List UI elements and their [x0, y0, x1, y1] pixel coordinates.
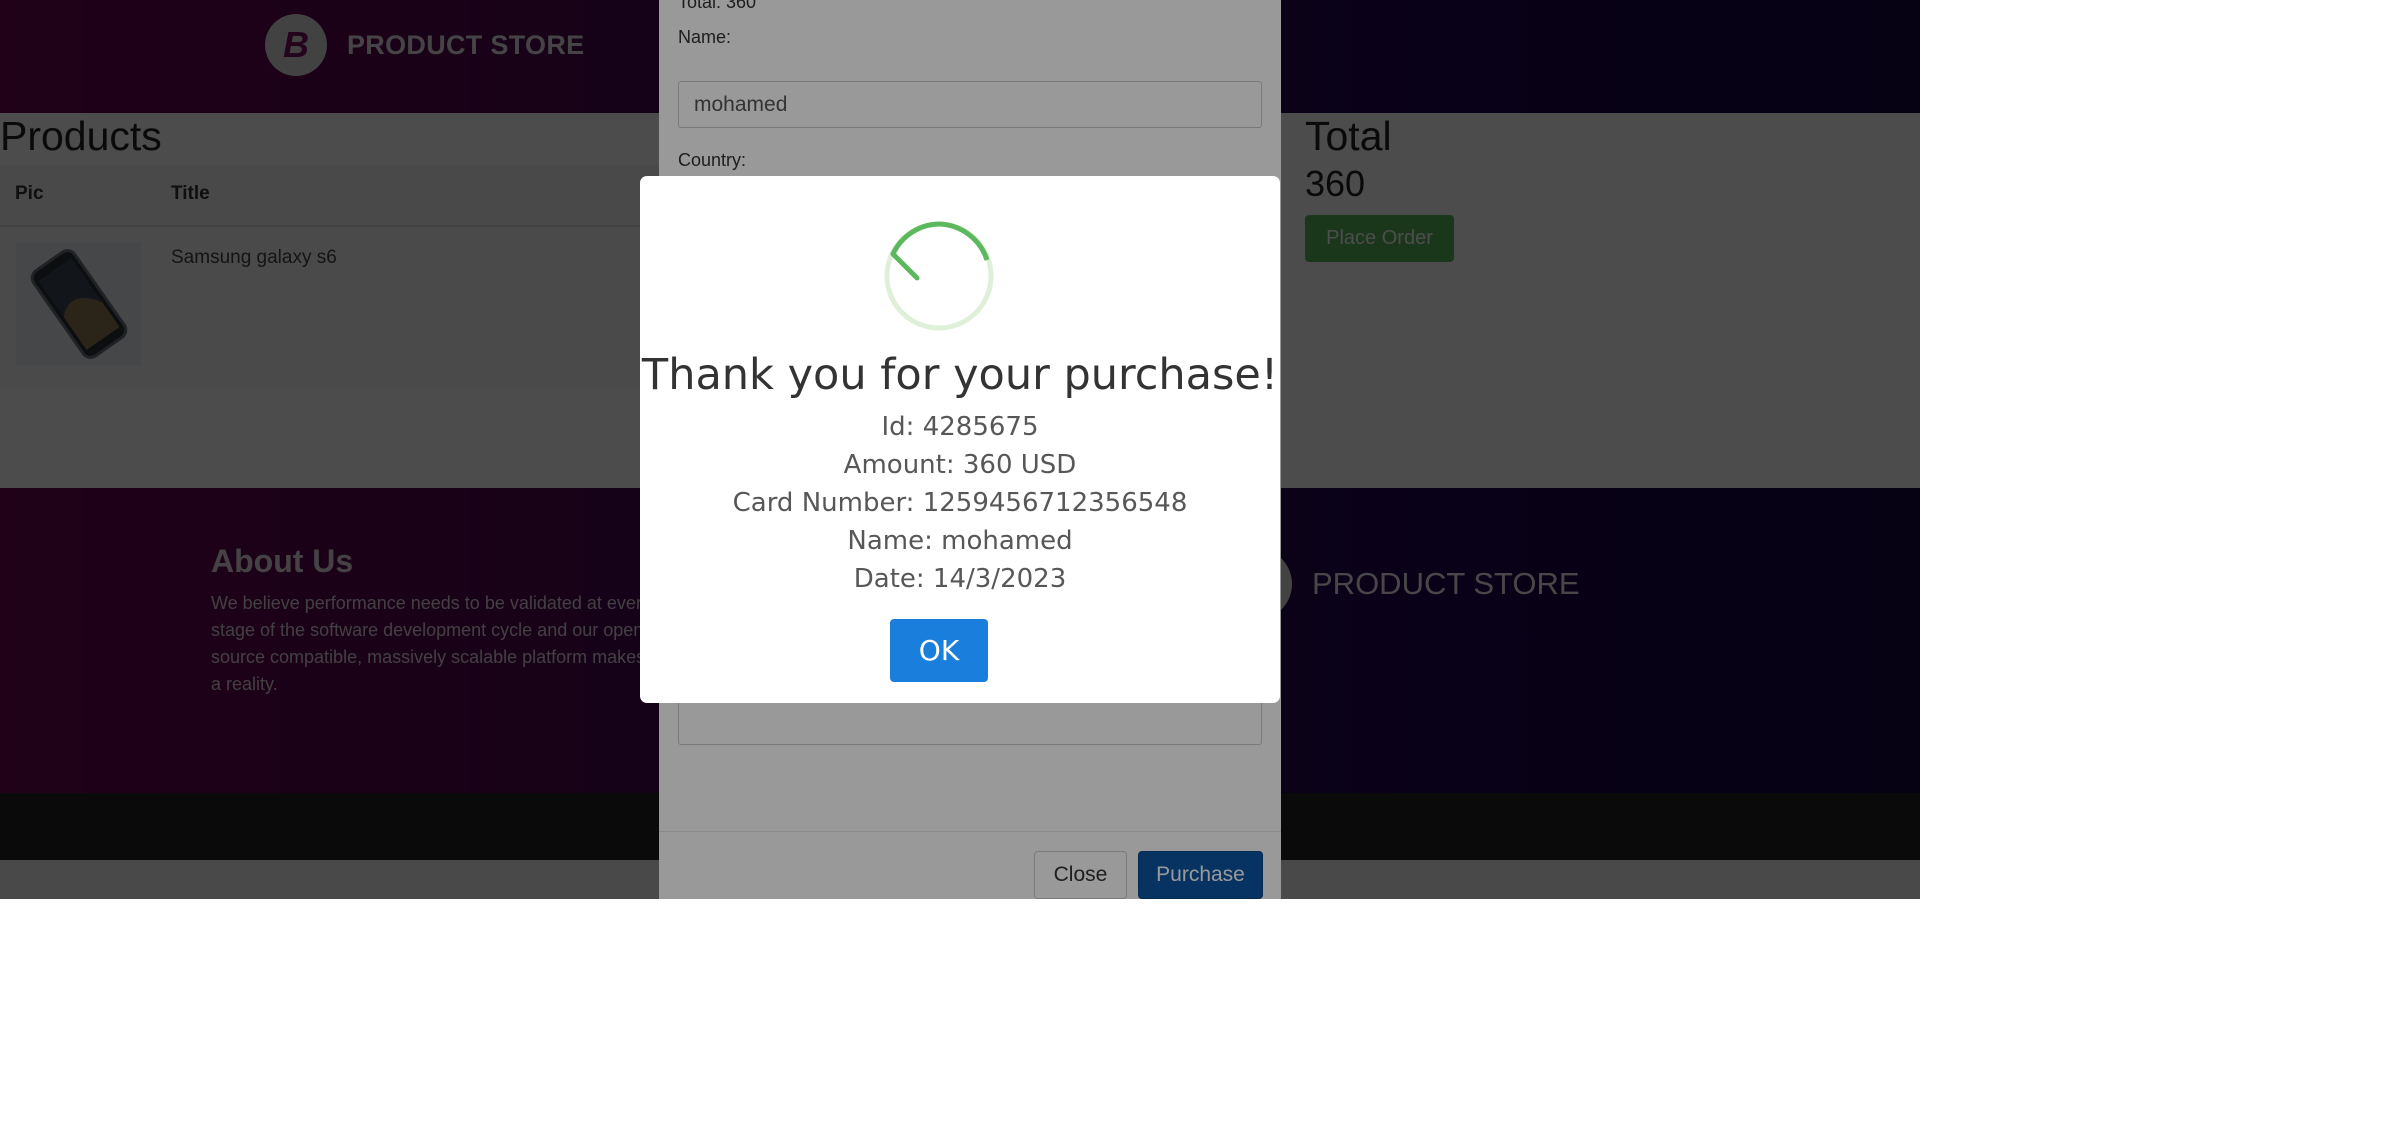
success-check-icon — [884, 221, 994, 331]
alert-title: Thank you for your purchase! — [641, 350, 1279, 400]
order-id: Id: 4285675 — [881, 412, 1039, 442]
purchase-alert: Thank you for your purchase! Id: 4285675… — [640, 176, 1280, 703]
store-page: B PRODUCT STORE Products Pic Title — [0, 0, 1920, 899]
order-date: Date: 14/3/2023 — [853, 564, 1067, 594]
alert-details: Id: 4285675 Amount: 360 USD Card Number:… — [640, 408, 1280, 598]
order-name: Name: mohamed — [847, 526, 1073, 556]
order-card-number: Card Number: 1259456712356548 — [732, 488, 1188, 518]
ok-button[interactable]: OK — [890, 619, 988, 682]
order-amount: Amount: 360 USD — [843, 450, 1077, 480]
